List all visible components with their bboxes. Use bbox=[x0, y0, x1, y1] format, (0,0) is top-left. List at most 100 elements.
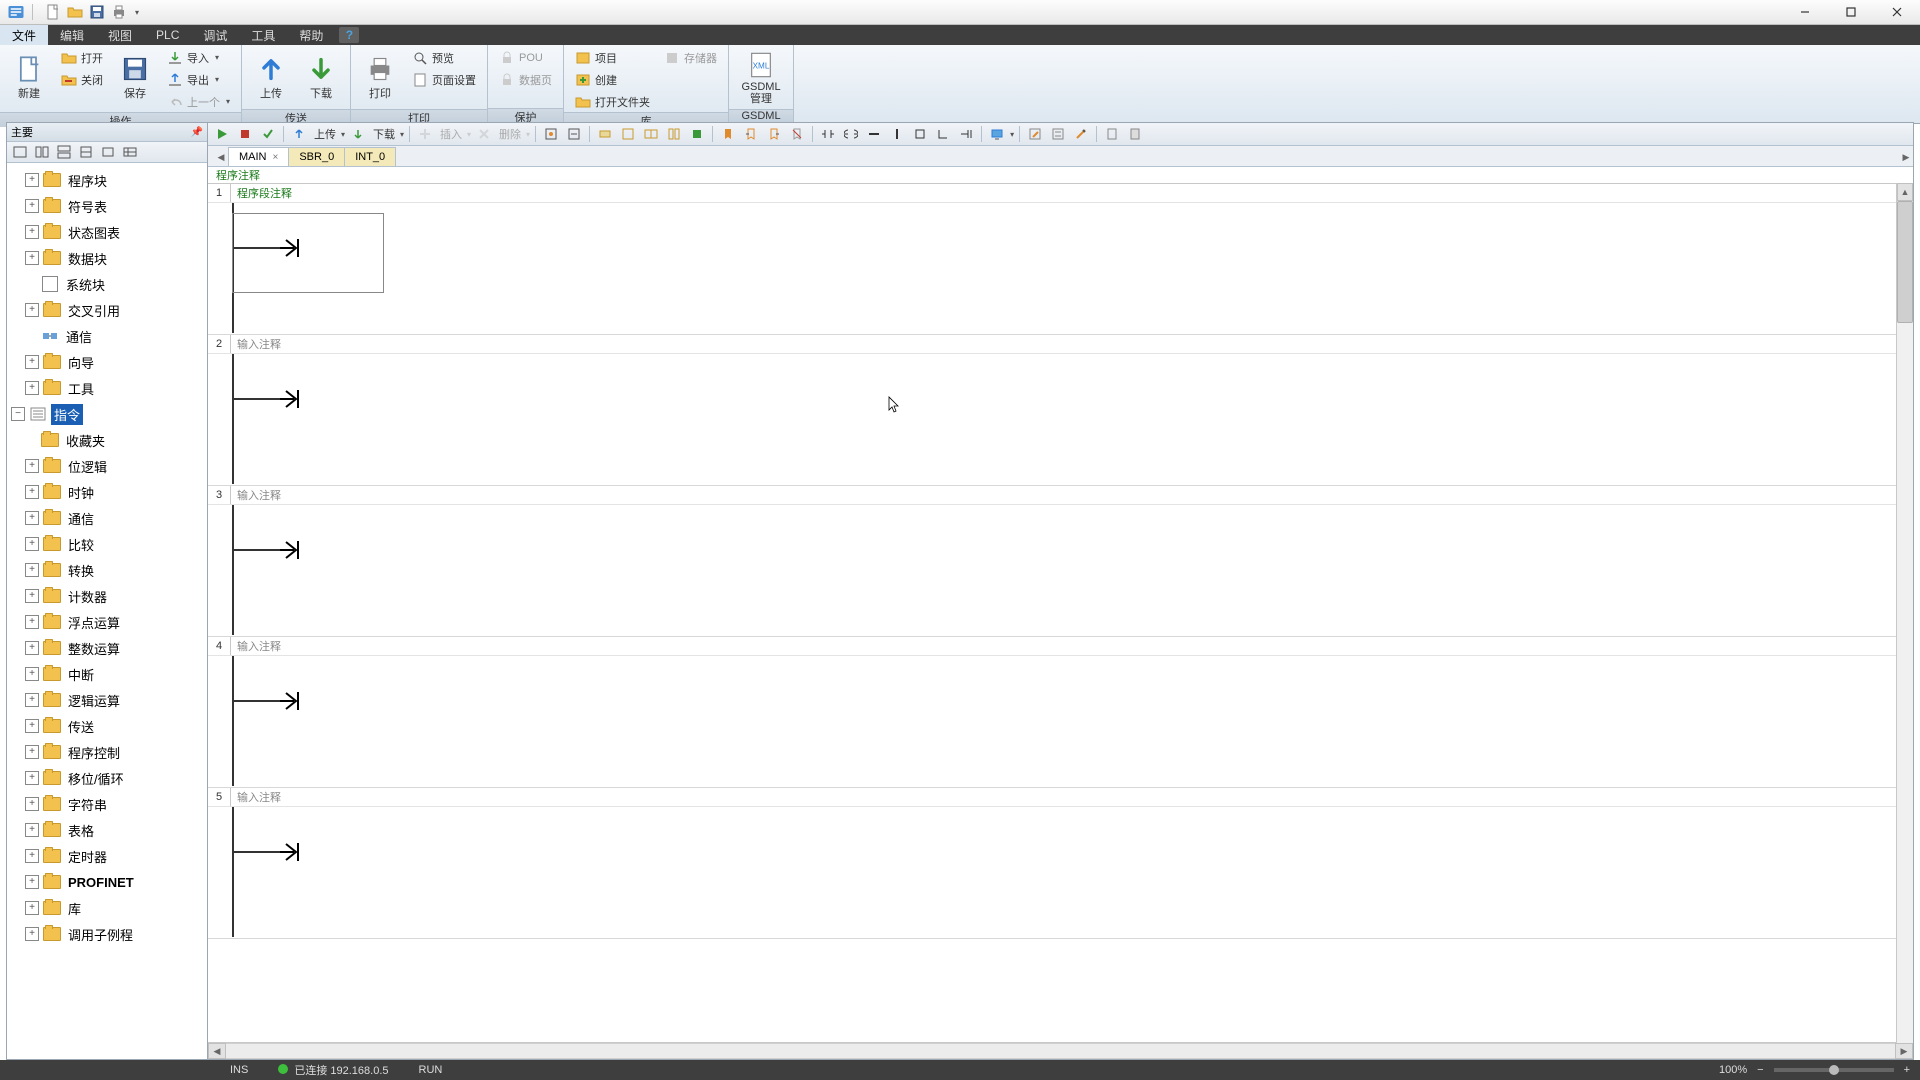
node-float-math[interactable]: +浮点运算 bbox=[7, 609, 207, 635]
hscroll-right-icon[interactable]: ▶ bbox=[1895, 1043, 1913, 1059]
vscroll-thumb[interactable] bbox=[1897, 201, 1913, 323]
node-comm[interactable]: +通信 bbox=[7, 505, 207, 531]
node-shift-rotate[interactable]: +移位/循环 bbox=[7, 765, 207, 791]
new-button[interactable]: 新建 bbox=[6, 47, 52, 109]
node-move[interactable]: +传送 bbox=[7, 713, 207, 739]
help-icon[interactable]: ? bbox=[339, 27, 359, 43]
network-1[interactable]: 1程序段注释 bbox=[208, 184, 1913, 335]
tb-bookmark-clear-icon[interactable] bbox=[787, 124, 807, 144]
tb-icon-b3[interactable] bbox=[641, 124, 661, 144]
project-lib-button[interactable]: 项目 bbox=[570, 47, 655, 68]
program-comment-row[interactable]: 程序注释 bbox=[208, 167, 1913, 184]
hscroll-track[interactable] bbox=[226, 1043, 1895, 1059]
tb-lad-contact-icon[interactable] bbox=[818, 124, 838, 144]
node-timer[interactable]: +定时器 bbox=[7, 843, 207, 869]
editor-hscroll[interactable]: ◀ ▶ bbox=[208, 1042, 1913, 1059]
network-1-comment[interactable]: 程序段注释 bbox=[231, 184, 1913, 202]
tree-body[interactable]: +程序块 +符号表 +状态图表 +数据块 系统块 +交叉引用 通信 +向导 +工… bbox=[7, 163, 207, 1059]
pin-icon[interactable]: 📌 bbox=[191, 127, 203, 138]
network-3[interactable]: 3输入注释 bbox=[208, 486, 1913, 637]
tb-edit1-icon[interactable] bbox=[1025, 124, 1045, 144]
previous-button[interactable]: 上一个▾ bbox=[162, 91, 235, 112]
network-4[interactable]: 4输入注释 bbox=[208, 637, 1913, 788]
node-table[interactable]: +表格 bbox=[7, 817, 207, 843]
menu-debug[interactable]: 调试 bbox=[191, 25, 239, 45]
menu-plc[interactable]: PLC bbox=[144, 25, 191, 45]
qat-open-icon[interactable] bbox=[67, 4, 83, 20]
qat-save-icon[interactable] bbox=[89, 4, 105, 20]
tb-monitor-icon[interactable] bbox=[987, 124, 1007, 144]
menu-view[interactable]: 视图 bbox=[96, 25, 144, 45]
tab-scroll-left-icon[interactable]: ◀ bbox=[214, 148, 228, 166]
node-profinet[interactable]: +PROFINET bbox=[7, 869, 207, 895]
menu-tools[interactable]: 工具 bbox=[239, 25, 287, 45]
tree-tb-icon-4[interactable] bbox=[77, 143, 95, 161]
tb-icon-b4[interactable] bbox=[664, 124, 684, 144]
editor-vscroll[interactable]: ▲ bbox=[1896, 183, 1913, 1043]
tab-scroll-right-icon[interactable]: ▶ bbox=[1899, 148, 1913, 166]
tb-icon-a2[interactable] bbox=[564, 124, 584, 144]
network-2[interactable]: 2输入注释 bbox=[208, 335, 1913, 486]
node-interrupt[interactable]: +中断 bbox=[7, 661, 207, 687]
vscroll-up-icon[interactable]: ▲ bbox=[1897, 183, 1913, 201]
node-compare[interactable]: +比较 bbox=[7, 531, 207, 557]
qat-new-icon[interactable] bbox=[45, 4, 61, 20]
qat-print-icon[interactable] bbox=[111, 4, 127, 20]
node-string[interactable]: +字符串 bbox=[7, 791, 207, 817]
tb-bookmark-prev-icon[interactable] bbox=[764, 124, 784, 144]
node-program-ctrl[interactable]: +程序控制 bbox=[7, 739, 207, 765]
upload-button[interactable]: 上传 bbox=[248, 47, 294, 109]
network-5[interactable]: 5输入注释 bbox=[208, 788, 1913, 939]
hscroll-left-icon[interactable]: ◀ bbox=[208, 1043, 226, 1059]
node-data-block[interactable]: +数据块 bbox=[7, 245, 207, 271]
tb-lad-hline-icon[interactable] bbox=[864, 124, 884, 144]
menu-help[interactable]: 帮助 bbox=[287, 25, 335, 45]
tab-main-close-icon[interactable]: × bbox=[273, 152, 279, 163]
export-button[interactable]: 导出▾ bbox=[162, 69, 235, 90]
tree-tb-icon-2[interactable] bbox=[33, 143, 51, 161]
node-program-blocks[interactable]: +程序块 bbox=[7, 167, 207, 193]
network-5-comment[interactable]: 输入注释 bbox=[231, 788, 1913, 806]
network-4-comment[interactable]: 输入注释 bbox=[231, 637, 1913, 655]
window-close-button[interactable] bbox=[1874, 0, 1920, 24]
stop-icon[interactable] bbox=[235, 124, 255, 144]
download-small-icon[interactable] bbox=[348, 124, 368, 144]
node-counter[interactable]: +计数器 bbox=[7, 583, 207, 609]
tb-edit3-icon[interactable] bbox=[1071, 124, 1091, 144]
tb-bookmark-next-icon[interactable] bbox=[741, 124, 761, 144]
node-tools[interactable]: +工具 bbox=[7, 375, 207, 401]
tb-misc2-icon[interactable] bbox=[1125, 124, 1145, 144]
node-system-block[interactable]: 系统块 bbox=[7, 271, 207, 297]
node-logic-ops[interactable]: +逻辑运算 bbox=[7, 687, 207, 713]
print-button[interactable]: 打印 bbox=[357, 47, 403, 109]
node-communication[interactable]: 通信 bbox=[7, 323, 207, 349]
node-favorites[interactable]: 收藏夹 bbox=[7, 427, 207, 453]
open-folder-button[interactable]: 打开文件夹 bbox=[570, 91, 655, 112]
node-wizard[interactable]: +向导 bbox=[7, 349, 207, 375]
network-3-comment[interactable]: 输入注释 bbox=[231, 486, 1913, 504]
page-setup-button[interactable]: 页面设置 bbox=[407, 69, 481, 90]
tree-tb-icon-1[interactable] bbox=[11, 143, 29, 161]
zoom-handle[interactable] bbox=[1829, 1065, 1839, 1075]
upload-small-label[interactable]: 上传 bbox=[312, 126, 338, 142]
tab-int[interactable]: INT_0 bbox=[344, 147, 396, 166]
zoom-slider[interactable] bbox=[1774, 1068, 1894, 1072]
tree-tb-icon-6[interactable] bbox=[121, 143, 139, 161]
networks-area[interactable]: 1程序段注释 2输入注释 3输入注释 4输入注释 bbox=[208, 184, 1913, 1042]
preview-button[interactable]: 预览 bbox=[407, 47, 481, 68]
window-maximize-button[interactable] bbox=[1828, 0, 1874, 24]
node-convert[interactable]: +转换 bbox=[7, 557, 207, 583]
import-button[interactable]: 导入▾ bbox=[162, 47, 235, 68]
run-icon[interactable] bbox=[212, 124, 232, 144]
zoom-out-icon[interactable]: − bbox=[1757, 1064, 1763, 1076]
node-status-chart[interactable]: +状态图表 bbox=[7, 219, 207, 245]
node-bit-logic[interactable]: +位逻辑 bbox=[7, 453, 207, 479]
tb-lad-branch-icon[interactable] bbox=[933, 124, 953, 144]
tb-lad-box-icon[interactable] bbox=[910, 124, 930, 144]
tb-icon-b2[interactable] bbox=[618, 124, 638, 144]
network-2-comment[interactable]: 输入注释 bbox=[231, 335, 1913, 353]
download-small-label[interactable]: 下载 bbox=[371, 126, 397, 142]
tree-tb-icon-3[interactable] bbox=[55, 143, 73, 161]
node-library[interactable]: +库 bbox=[7, 895, 207, 921]
upload-small-icon[interactable] bbox=[289, 124, 309, 144]
